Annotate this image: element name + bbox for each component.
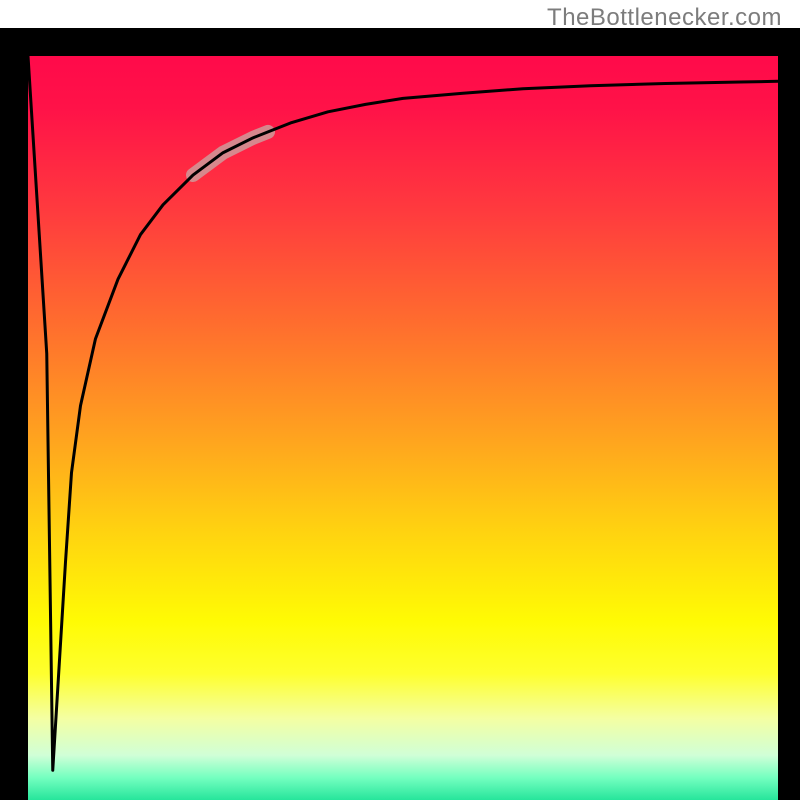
watermark-text: TheBottlenecker.com bbox=[547, 4, 782, 32]
bottleneck-curve bbox=[28, 56, 778, 770]
chart-stage: TheBottlenecker.com bbox=[0, 0, 800, 800]
chart-svg bbox=[28, 56, 778, 800]
highlight-segment bbox=[193, 132, 268, 175]
plot-area bbox=[28, 56, 778, 800]
